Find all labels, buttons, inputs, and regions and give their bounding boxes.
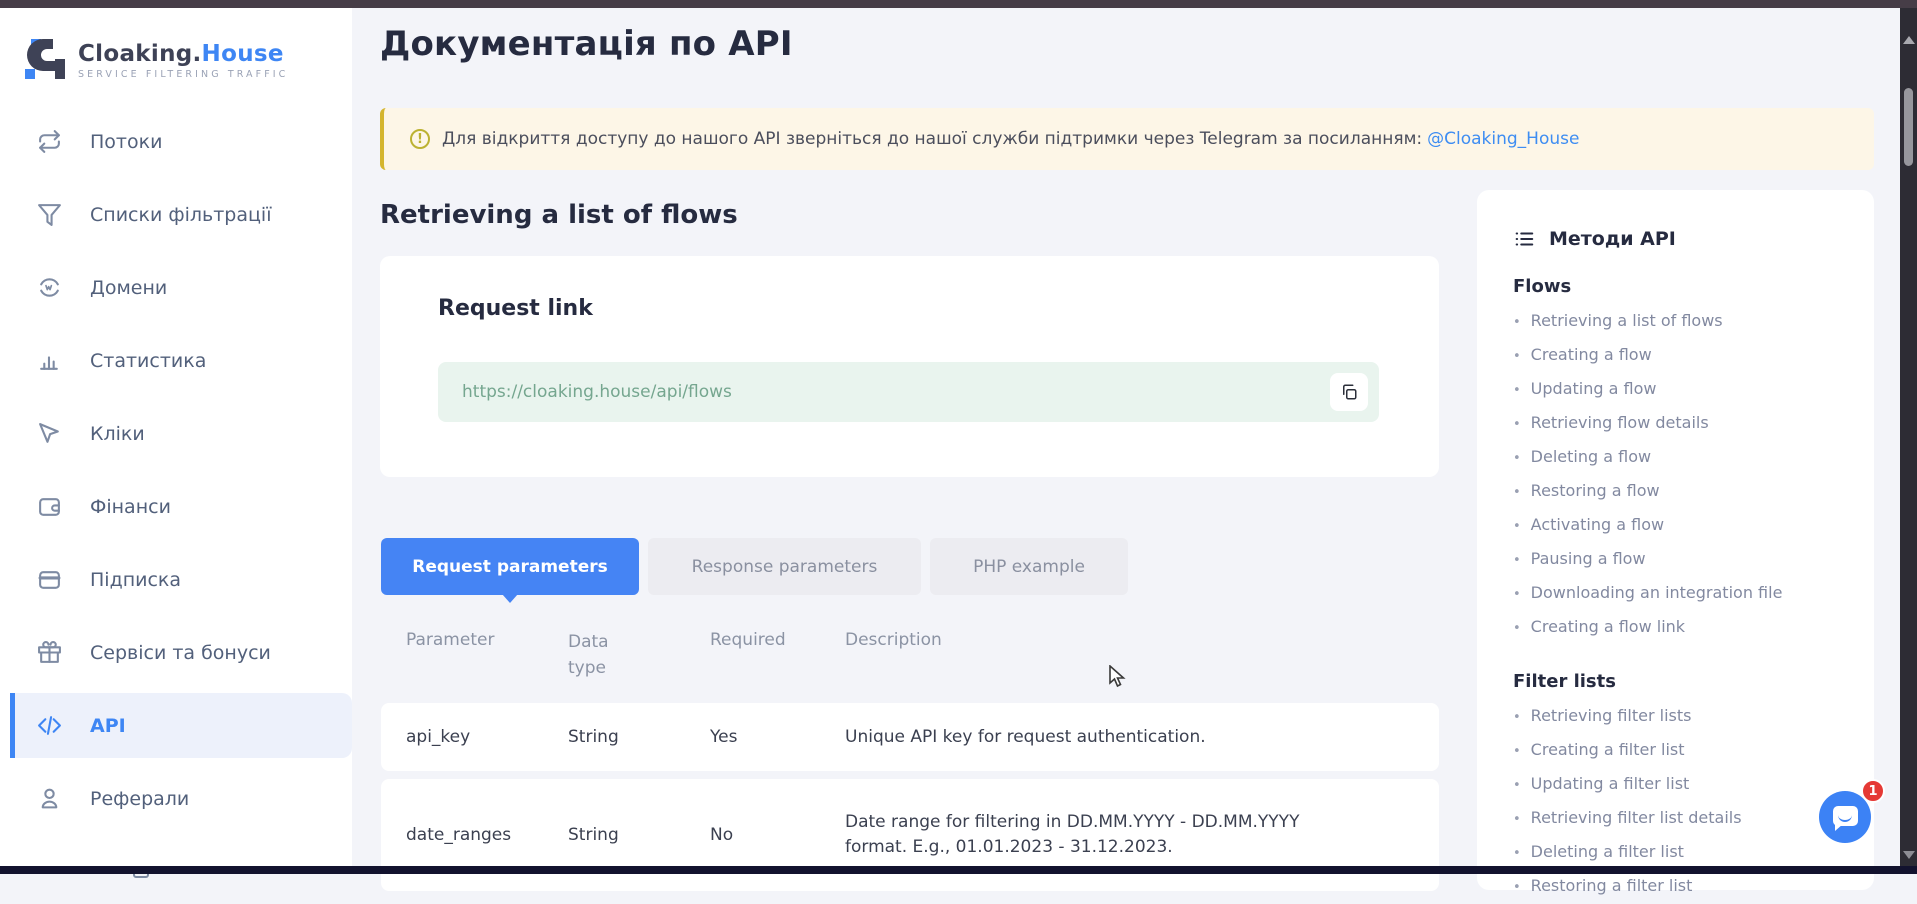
sidebar-item-finances[interactable]: Фінанси xyxy=(0,470,352,543)
table-row: date_ranges String No Date range for fil… xyxy=(381,779,1439,891)
telegram-link[interactable]: @Cloaking_House xyxy=(1427,129,1579,149)
sidebar: Cloaking.House SERVICE FILTERING TRAFFIC… xyxy=(0,8,352,866)
credit-card-icon xyxy=(37,567,62,592)
person-icon xyxy=(37,786,62,811)
request-url-field[interactable]: https://cloaking.house/api/flows xyxy=(438,362,1379,422)
api-methods-panel: Методи API Flows Retrieving a list of fl… xyxy=(1477,190,1874,890)
mouse-cursor xyxy=(1108,665,1130,693)
column-header-data-type: Data type xyxy=(568,630,710,681)
method-link[interactable]: Downloading an integration file xyxy=(1513,577,1844,611)
code-icon xyxy=(37,713,62,738)
method-link[interactable]: Retrieving a list of flows xyxy=(1513,305,1844,339)
list-icon xyxy=(1513,228,1535,250)
method-link[interactable]: Restoring a filter list xyxy=(1513,870,1844,904)
sidebar-item-subscription[interactable]: Підписка xyxy=(0,543,352,616)
warning-icon: ! xyxy=(410,129,430,149)
method-link[interactable]: Creating a filter list xyxy=(1513,734,1844,768)
page-title: Документація по API xyxy=(380,24,793,64)
method-link[interactable]: Retrieving flow details xyxy=(1513,407,1844,441)
table-row: api_key String Yes Unique API key for re… xyxy=(381,703,1439,771)
tab-response-parameters[interactable]: Response parameters xyxy=(648,538,921,595)
sidebar-item-clicks[interactable]: Кліки xyxy=(0,397,352,470)
sidebar-nav: Потоки Списки фільтрації Домени Статисти… xyxy=(0,105,352,835)
column-header-required: Required xyxy=(710,630,845,681)
sidebar-item-flows[interactable]: Потоки xyxy=(0,105,352,178)
method-link[interactable]: Retrieving filter lists xyxy=(1513,700,1844,734)
gift-icon xyxy=(37,640,62,665)
flows-method-list: Retrieving a list of flows Creating a fl… xyxy=(1513,305,1844,645)
methods-group-flows: Flows xyxy=(1513,276,1844,297)
method-link[interactable]: Updating a flow xyxy=(1513,373,1844,407)
main-content: Документація по API ! Для відкриття дост… xyxy=(352,8,1900,866)
column-header-parameter: Parameter xyxy=(406,630,568,681)
domain-globe-icon xyxy=(37,275,62,300)
sidebar-item-statistics[interactable]: Статистика xyxy=(0,324,352,397)
method-link[interactable]: Creating a flow link xyxy=(1513,611,1844,645)
cell-parameter: api_key xyxy=(406,727,568,747)
request-link-label: Request link xyxy=(438,296,593,321)
tab-php-example[interactable]: PHP example xyxy=(930,538,1128,595)
api-access-banner: ! Для відкриття доступу до нашого API зв… xyxy=(380,108,1874,170)
cell-data-type: String xyxy=(568,727,710,747)
cell-required: Yes xyxy=(710,727,845,747)
chat-bubble-icon xyxy=(1833,806,1858,826)
main-scrollbar[interactable] xyxy=(1900,8,1917,866)
cell-data-type: String xyxy=(568,825,710,845)
scroll-up-arrow[interactable] xyxy=(1903,36,1915,44)
method-link[interactable]: Pausing a flow xyxy=(1513,543,1844,577)
sidebar-item-domains[interactable]: Домени xyxy=(0,251,352,324)
scrollbar-thumb[interactable] xyxy=(1904,88,1913,166)
window-bottom-edge xyxy=(0,866,1917,874)
funnel-icon xyxy=(37,202,62,227)
cell-description: Date range for filtering in DD.MM.YYYY -… xyxy=(845,810,1365,859)
tab-request-parameters[interactable]: Request parameters xyxy=(381,538,639,595)
section-title: Retrieving a list of flows xyxy=(380,200,738,230)
cell-parameter: date_ranges xyxy=(406,825,568,845)
parameter-tabs: Request parameters Response parameters P… xyxy=(381,538,1128,595)
scroll-down-arrow[interactable] xyxy=(1903,851,1915,859)
methods-panel-header: Методи API xyxy=(1513,228,1844,250)
method-link[interactable]: Updating a filter list xyxy=(1513,768,1844,802)
sidebar-item-filter-lists[interactable]: Списки фільтрації xyxy=(0,178,352,251)
request-link-card: Request link https://cloaking.house/api/… xyxy=(380,256,1439,477)
active-tab-caret xyxy=(502,594,518,603)
method-link[interactable]: Restoring a flow xyxy=(1513,475,1844,509)
wallet-icon xyxy=(37,494,62,519)
method-link[interactable]: Creating a flow xyxy=(1513,339,1844,373)
logo[interactable]: Cloaking.House SERVICE FILTERING TRAFFIC xyxy=(0,8,352,82)
cursor-icon xyxy=(37,421,62,446)
window-top-edge xyxy=(0,0,1917,8)
active-item-indicator xyxy=(10,693,15,758)
cell-description: Unique API key for request authenticatio… xyxy=(845,725,1365,750)
column-header-description: Description xyxy=(845,630,1466,681)
banner-text: Для відкриття доступу до нашого API звер… xyxy=(442,129,1579,149)
methods-group-filter-lists: Filter lists xyxy=(1513,671,1844,692)
request-url: https://cloaking.house/api/flows xyxy=(462,382,732,402)
repeat-icon xyxy=(37,129,62,154)
sidebar-item-services-bonuses[interactable]: Сервіси та бонуси xyxy=(0,616,352,689)
method-link[interactable]: Deleting a flow xyxy=(1513,441,1844,475)
method-link[interactable]: Retrieving filter list details xyxy=(1513,802,1844,836)
chat-unread-badge: 1 xyxy=(1861,779,1885,803)
cell-required: No xyxy=(710,825,845,845)
method-link[interactable]: Deleting a filter list xyxy=(1513,836,1844,870)
table-header-row: Parameter Data type Required Description xyxy=(406,630,1466,681)
sidebar-item-api[interactable]: API xyxy=(0,689,352,762)
sidebar-item-referrals[interactable]: Реферали xyxy=(0,762,352,835)
bar-chart-icon xyxy=(37,348,62,373)
cloaking-house-logo-icon xyxy=(24,38,68,82)
copy-icon xyxy=(1340,383,1358,401)
logo-wordmark: Cloaking.House xyxy=(78,41,288,67)
copy-button[interactable] xyxy=(1330,373,1368,411)
logo-tagline: SERVICE FILTERING TRAFFIC xyxy=(78,69,288,80)
method-link[interactable]: Activating a flow xyxy=(1513,509,1844,543)
